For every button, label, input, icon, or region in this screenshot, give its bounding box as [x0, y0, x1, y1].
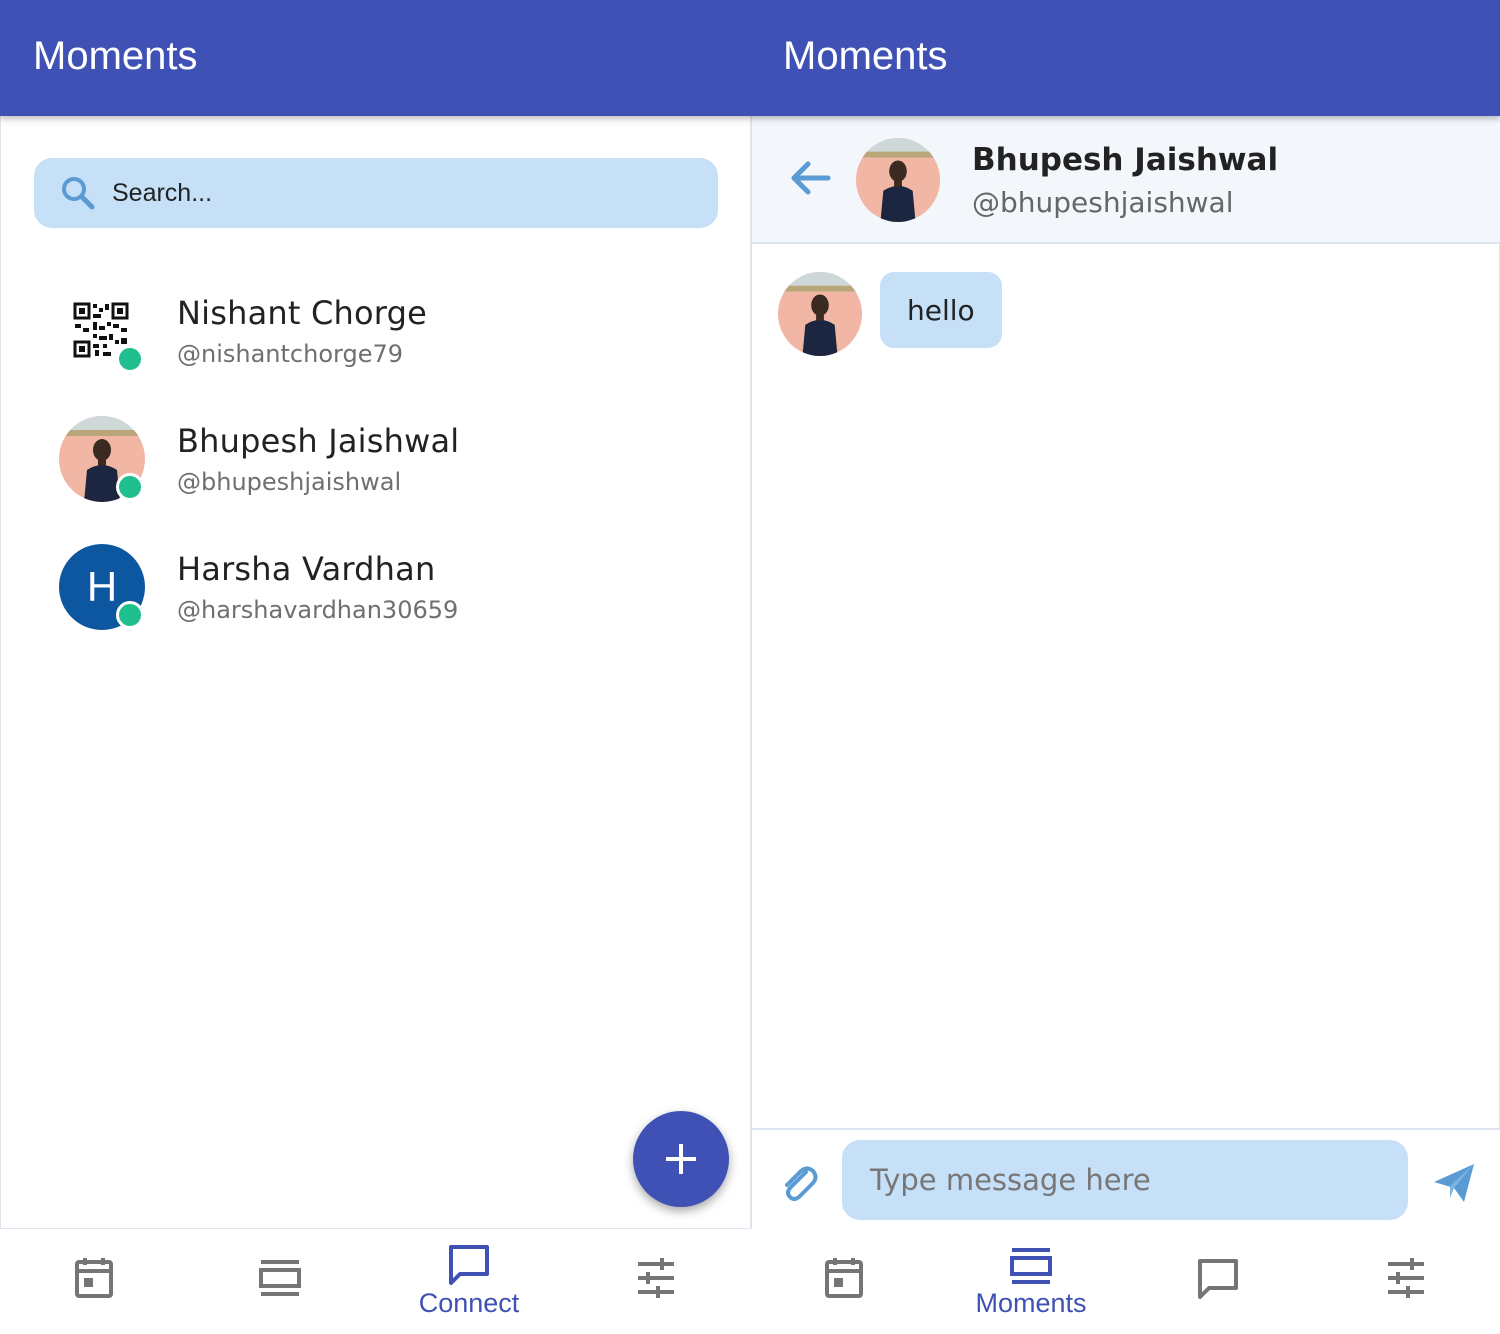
moments-icon [259, 1260, 301, 1296]
app-bar: Moments Moments [0, 0, 1500, 116]
chat-icon [1198, 1259, 1238, 1299]
chat-contact-handle: @bhupeshjaishwal [972, 186, 1234, 219]
search-input[interactable]: Search... [112, 179, 212, 208]
contact-item[interactable]: Bhupesh Jaishwal @bhupeshjaishwal [59, 416, 719, 516]
message-row: hello [778, 272, 1378, 358]
contact-handle: @harshavardhan30659 [177, 596, 459, 624]
nav-label: Connect [418, 1288, 520, 1318]
avatar[interactable] [856, 138, 940, 222]
chat-pane: Bhupesh Jaishwal @bhupeshjaishwal hello … [750, 116, 1500, 1229]
nav-calendar[interactable] [14, 1230, 174, 1334]
settings-sliders-icon [638, 1258, 674, 1298]
nav-moments[interactable] [200, 1230, 360, 1334]
contact-name: Harsha Vardhan [177, 550, 436, 588]
contact-name: Bhupesh Jaishwal [177, 422, 460, 460]
bottom-navigation: Connect Moments [0, 1230, 1500, 1334]
search-icon [62, 177, 95, 210]
message-input[interactable]: Type message here [842, 1140, 1408, 1220]
search-bar[interactable]: Search... [34, 158, 718, 228]
chat-contact-name: Bhupesh Jaishwal [972, 142, 1279, 178]
contact-name: Nishant Chorge [177, 294, 427, 332]
avatar [778, 272, 862, 356]
nav-calendar[interactable] [764, 1230, 924, 1334]
nav-settings[interactable] [1326, 1230, 1486, 1334]
nav-connect[interactable] [1138, 1230, 1298, 1334]
message-composer: Type message here [752, 1128, 1500, 1229]
contact-item[interactable]: Nishant Chorge @nishantchorge79 [59, 288, 719, 388]
attachment-clip-icon[interactable] [776, 1160, 820, 1204]
online-status-indicator [116, 345, 144, 373]
person-photo-image [778, 272, 862, 356]
online-status-indicator [116, 601, 144, 629]
chat-icon [449, 1245, 489, 1285]
contacts-pane: Search... Nishant Chorge @nishantchorge7… [0, 116, 749, 1229]
nav-moments[interactable]: Moments [951, 1230, 1111, 1334]
app-title-left: Moments [33, 34, 198, 78]
nav-connect[interactable]: Connect [389, 1230, 549, 1334]
contact-item[interactable]: H Harsha Vardhan @harshavardhan30659 [59, 544, 719, 644]
contact-handle: @bhupeshjaishwal [177, 468, 402, 496]
back-arrow-icon[interactable] [788, 156, 832, 200]
message-bubble: hello [880, 272, 1002, 348]
new-chat-button[interactable] [633, 1111, 729, 1207]
calendar-icon [825, 1258, 863, 1298]
nav-settings[interactable] [576, 1230, 736, 1334]
person-photo-image [856, 138, 940, 222]
plus-icon [666, 1144, 696, 1174]
nav-label: Moments [975, 1288, 1087, 1318]
contact-handle: @nishantchorge79 [177, 340, 403, 368]
calendar-icon [75, 1258, 113, 1298]
chat-header: Bhupesh Jaishwal @bhupeshjaishwal [752, 116, 1500, 244]
moments-icon [1010, 1248, 1052, 1284]
online-status-indicator [116, 473, 144, 501]
settings-sliders-icon [1388, 1258, 1424, 1298]
app-title-right: Moments [783, 34, 948, 78]
send-icon[interactable] [1430, 1158, 1478, 1206]
